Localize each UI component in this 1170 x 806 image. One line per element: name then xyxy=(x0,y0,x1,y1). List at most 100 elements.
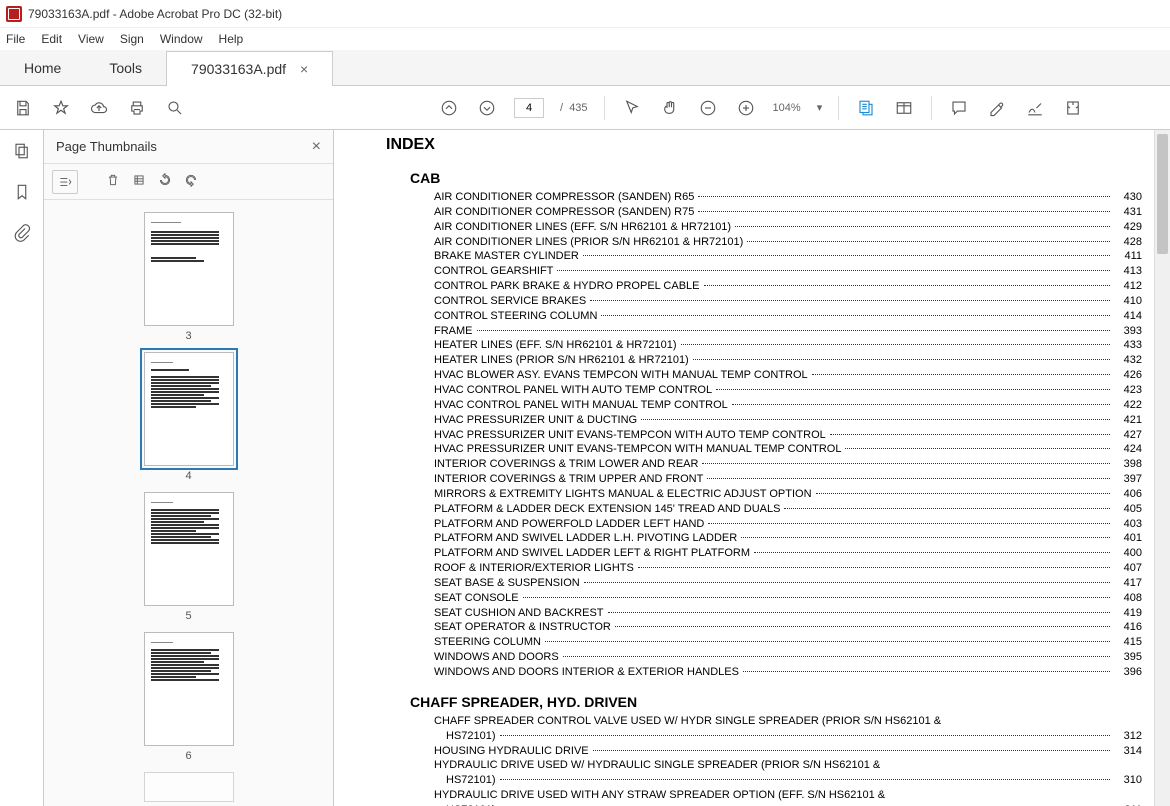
comment-icon[interactable] xyxy=(948,97,970,119)
document-view[interactable]: INDEX CAB AIR CONDITIONER COMPRESSOR (SAND… xyxy=(334,130,1170,806)
index-entry: WINDOWS AND DOORS395 xyxy=(434,650,1142,665)
index-entry: PLATFORM AND POWERFOLD LADDER LEFT HAND4… xyxy=(434,517,1142,532)
print-icon[interactable] xyxy=(126,97,148,119)
thumbnails-title: Page Thumbnails xyxy=(56,139,157,154)
attachments-tab-icon[interactable] xyxy=(13,224,31,245)
highlight-icon[interactable] xyxy=(986,97,1008,119)
thumbnails-list[interactable]: 3 4 5 6 xyxy=(44,200,333,806)
index-entry: CONTROL PARK BRAKE & HYDRO PROPEL CABLE4… xyxy=(434,279,1142,294)
page-down-icon[interactable] xyxy=(476,97,498,119)
tab-tools[interactable]: Tools xyxy=(85,50,166,85)
index-entry: CONTROL GEARSHIFT413 xyxy=(434,264,1142,279)
zoom-out-icon[interactable] xyxy=(697,97,719,119)
window-title: 79033163A.pdf - Adobe Acrobat Pro DC (32… xyxy=(28,7,282,21)
rotate-cw-icon[interactable] xyxy=(184,173,198,190)
thumbnail-label: 4 xyxy=(185,470,191,482)
index-entry: HVAC CONTROL PANEL WITH AUTO TEMP CONTRO… xyxy=(434,383,1142,398)
scrollbar-handle[interactable] xyxy=(1157,134,1168,254)
index-entry: HEATER LINES (EFF. S/N HR62101 & HR72101… xyxy=(434,338,1142,353)
star-icon[interactable] xyxy=(50,97,72,119)
rotate-ccw-icon[interactable] xyxy=(158,173,172,190)
index-title: INDEX xyxy=(386,136,1142,154)
thumbnail-item[interactable]: 4 xyxy=(144,352,234,482)
zoom-level: 104% xyxy=(773,102,801,114)
pointer-icon[interactable] xyxy=(621,97,643,119)
index-entry: PLATFORM AND SWIVEL LADDER LEFT & RIGHT … xyxy=(434,546,1142,561)
menu-file[interactable]: File xyxy=(6,32,25,46)
menu-edit[interactable]: Edit xyxy=(41,32,62,46)
index-entry: AIR CONDITIONER LINES (PRIOR S/N HR62101… xyxy=(434,235,1142,250)
title-bar: 79033163A.pdf - Adobe Acrobat Pro DC (32… xyxy=(0,0,1170,28)
index-entry: FRAME393 xyxy=(434,324,1142,339)
index-entry: PLATFORM & LADDER DECK EXTENSION 145' TR… xyxy=(434,502,1142,517)
close-panel-icon[interactable]: × xyxy=(312,138,321,156)
thumbnails-header: Page Thumbnails × xyxy=(44,130,333,164)
menu-sign[interactable]: Sign xyxy=(120,32,144,46)
tab-document[interactable]: 79033163A.pdf× xyxy=(166,51,333,86)
thumbnails-panel: Page Thumbnails × 3 4 5 xyxy=(44,130,334,806)
tab-bar: Home Tools 79033163A.pdf× xyxy=(0,50,1170,86)
index-entry: HYDRAULIC DRIVE USED WITH ANY STRAW SPRE… xyxy=(434,788,1142,803)
index-entry: HOUSING HYDRAULIC DRIVE314 xyxy=(434,744,1142,759)
page-display-icon[interactable] xyxy=(893,97,915,119)
zoom-dropdown-icon[interactable]: ▾ xyxy=(817,101,823,114)
save-icon[interactable] xyxy=(12,97,34,119)
page-content: INDEX CAB AIR CONDITIONER COMPRESSOR (SAND… xyxy=(334,130,1170,806)
index-entry: HYDRAULIC DRIVE USED W/ HYDRAULIC SINGLE… xyxy=(434,758,1142,773)
zoom-in-icon[interactable] xyxy=(735,97,757,119)
main-area: Page Thumbnails × 3 4 5 xyxy=(0,130,1170,806)
index-entry: HVAC PRESSURIZER UNIT & DUCTING421 xyxy=(434,413,1142,428)
index-entry: MIRRORS & EXTREMITY LIGHTS MANUAL & ELEC… xyxy=(434,487,1142,502)
index-entry: SEAT BASE & SUSPENSION417 xyxy=(434,576,1142,591)
index-entry: AIR CONDITIONER COMPRESSOR (SANDEN) R754… xyxy=(434,205,1142,220)
tab-home[interactable]: Home xyxy=(0,50,85,85)
index-entry: INTERIOR COVERINGS & TRIM UPPER AND FRON… xyxy=(434,472,1142,487)
index-entry: PLATFORM AND SWIVEL LADDER L.H. PIVOTING… xyxy=(434,531,1142,546)
thumbnail-label: 5 xyxy=(185,610,191,622)
sidebar-rail xyxy=(0,130,44,806)
thumbnail-item[interactable]: 6 xyxy=(144,632,234,762)
bookmark-tab-icon[interactable] xyxy=(13,183,31,204)
index-entry: CONTROL STEERING COLUMN414 xyxy=(434,309,1142,324)
print-pages-icon[interactable] xyxy=(132,173,146,190)
index-entry: BRAKE MASTER CYLINDER411 xyxy=(434,249,1142,264)
index-entry: CHAFF SPREADER CONTROL VALVE USED W/ HYD… xyxy=(434,714,1142,729)
index-entry-continuation: HS72101)312 xyxy=(434,729,1142,744)
index-entry: STEERING COLUMN415 xyxy=(434,635,1142,650)
index-entry: HVAC PRESSURIZER UNIT EVANS-TEMPCON WITH… xyxy=(434,428,1142,443)
close-tab-icon[interactable]: × xyxy=(300,61,308,77)
index-entry: SEAT CONSOLE408 xyxy=(434,591,1142,606)
index-entry: SEAT OPERATOR & INSTRUCTOR416 xyxy=(434,620,1142,635)
index-entry: SEAT CUSHION AND BACKREST419 xyxy=(434,606,1142,621)
pdf-app-icon xyxy=(6,6,22,22)
index-entry: HVAC PRESSURIZER UNIT EVANS-TEMPCON WITH… xyxy=(434,442,1142,457)
index-section-heading: CAB xyxy=(410,170,1142,186)
more-tools-icon[interactable] xyxy=(1062,97,1084,119)
vertical-scrollbar[interactable] xyxy=(1154,130,1170,806)
cloud-upload-icon[interactable] xyxy=(88,97,110,119)
options-icon[interactable] xyxy=(52,170,78,194)
page-number-input[interactable] xyxy=(514,98,544,118)
index-entry: INTERIOR COVERINGS & TRIM LOWER AND REAR… xyxy=(434,457,1142,472)
menu-window[interactable]: Window xyxy=(160,32,203,46)
index-entry: AIR CONDITIONER LINES (EFF. S/N HR62101 … xyxy=(434,220,1142,235)
hand-icon[interactable] xyxy=(659,97,681,119)
thumbnails-toolbar xyxy=(44,164,333,200)
page-up-icon[interactable] xyxy=(438,97,460,119)
delete-icon[interactable] xyxy=(106,173,120,190)
page-total: / 435 xyxy=(560,102,588,114)
menu-help[interactable]: Help xyxy=(219,32,244,46)
index-entry: HVAC BLOWER ASY. EVANS TEMPCON WITH MANU… xyxy=(434,368,1142,383)
thumbnail-label: 3 xyxy=(185,330,191,342)
menu-view[interactable]: View xyxy=(78,32,104,46)
thumbnail-item[interactable]: 3 xyxy=(144,212,234,342)
thumbnails-tab-icon[interactable] xyxy=(13,142,31,163)
sign-icon[interactable] xyxy=(1024,97,1046,119)
thumbnail-item[interactable]: 5 xyxy=(144,492,234,622)
organize-pages-icon[interactable] xyxy=(855,97,877,119)
index-entry-continuation: HS72101)310 xyxy=(434,773,1142,788)
thumbnail-item[interactable] xyxy=(144,772,234,802)
menu-bar: File Edit View Sign Window Help xyxy=(0,28,1170,50)
search-icon[interactable] xyxy=(164,97,186,119)
toolbar: / 435 104% ▾ xyxy=(0,86,1170,130)
